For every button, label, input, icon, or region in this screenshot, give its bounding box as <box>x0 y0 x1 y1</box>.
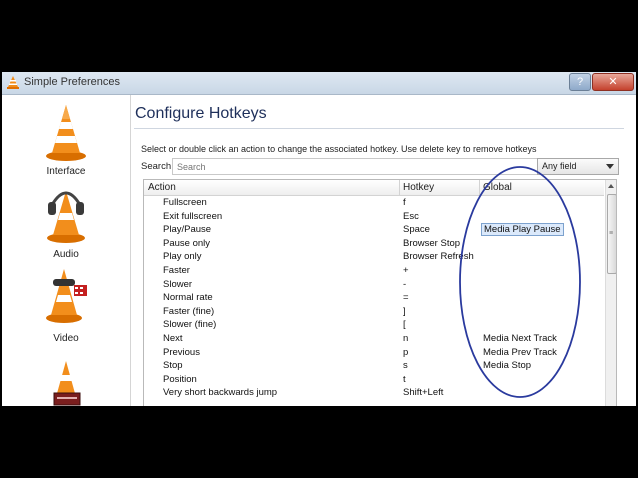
action-cell: Stop <box>163 360 183 372</box>
hotkey-cell: = <box>403 292 409 304</box>
table-row[interactable]: Fullscreen f <box>144 196 604 210</box>
column-header-global[interactable]: Global <box>483 182 512 193</box>
title-bar[interactable]: Simple Preferences ? ✕ <box>2 72 636 95</box>
table-row[interactable]: Stop s Media Stop <box>144 359 604 373</box>
global-cell: Media Next Track <box>483 332 557 344</box>
table-row[interactable]: Play/Pause Space Media Play Pause <box>144 223 604 237</box>
scroll-thumb[interactable]: ≡ <box>607 194 616 274</box>
action-cell: Faster (fine) <box>163 305 215 317</box>
search-label: Search <box>141 161 172 172</box>
global-cell: Media Play Pause <box>481 223 564 237</box>
column-divider <box>479 180 480 195</box>
headphones-cone-icon <box>47 191 85 243</box>
action-cell: Next <box>163 332 183 344</box>
hotkey-cell: f <box>403 197 406 208</box>
table-row[interactable]: Slower - <box>144 278 604 292</box>
sidebar-item-interface[interactable]: Interface <box>2 103 130 183</box>
hotkey-cell: n <box>403 332 409 344</box>
search-field-select[interactable]: Any field <box>537 158 619 175</box>
sidebar-item-subtitles[interactable] <box>2 357 130 406</box>
global-cell: Media Prev Track <box>483 346 557 358</box>
action-cell: Position <box>163 373 197 385</box>
close-button[interactable]: ✕ <box>592 73 634 91</box>
action-cell: Fullscreen <box>163 197 207 208</box>
chevron-down-icon <box>606 164 614 169</box>
vlc-cone-icon <box>7 76 19 89</box>
sidebar-item-label: Interface <box>46 166 86 177</box>
search-input[interactable] <box>172 158 542 175</box>
hotkeys-table: Action Hotkey Global Fullscreen f Exit ful… <box>143 179 617 406</box>
column-divider <box>399 180 400 195</box>
table-row[interactable]: Very short backwards jump Shift+Left <box>144 386 604 400</box>
global-cell: Media Stop <box>483 360 532 372</box>
action-cell: Normal rate <box>163 292 213 304</box>
action-cell: Exit fullscreen <box>163 210 223 222</box>
sidebar-item-audio[interactable]: Audio <box>2 185 130 265</box>
table-header: Action Hotkey Global <box>144 180 604 196</box>
hotkey-cell: Space <box>403 224 430 236</box>
hotkey-cell: + <box>403 264 409 276</box>
hotkey-cell: p <box>403 346 409 358</box>
table-row[interactable]: Normal rate = <box>144 291 604 305</box>
action-cell: Previous <box>163 346 200 358</box>
film-cone-icon <box>46 269 87 323</box>
vlc-cone-icon <box>46 105 86 161</box>
instructions-text: Select or double click an action to chan… <box>141 144 537 154</box>
table-row[interactable]: Faster (fine)] <box>144 305 604 319</box>
action-cell: Pause only <box>163 237 211 249</box>
help-button[interactable]: ? <box>569 73 591 91</box>
table-row[interactable]: Exit fullscreen Esc <box>144 210 604 224</box>
select-value: Any field <box>542 161 577 171</box>
heading-divider <box>134 128 624 129</box>
action-cell: Play/Pause <box>163 224 212 236</box>
table-row[interactable]: Next n Media Next Track <box>144 332 604 346</box>
action-cell: Slower (fine) <box>163 319 217 331</box>
hotkey-cell: - <box>403 278 407 290</box>
subtitles-cone-icon <box>53 361 81 406</box>
action-cell: Play only <box>163 251 202 263</box>
hotkey-cell: Browser Refresh <box>403 251 474 263</box>
table-row[interactable]: Play only Browser Refresh <box>144 250 604 264</box>
window-title: Simple Preferences <box>24 76 120 88</box>
hotkey-cell: Shift+Left <box>403 387 444 399</box>
action-cell: Very short backwards jump <box>163 387 278 399</box>
hotkey-cell: t <box>403 373 406 385</box>
table-row[interactable]: Previous p Media Prev Track <box>144 346 604 360</box>
sidebar-item-label: Audio <box>53 249 79 260</box>
vertical-scrollbar[interactable]: ≡ <box>605 180 616 406</box>
hotkey-cell: [ <box>403 319 406 331</box>
hotkey-cell: Browser Stop <box>403 237 461 249</box>
column-header-action[interactable]: Action <box>148 182 176 193</box>
grip-icon: ≡ <box>609 230 614 237</box>
action-cell: Slower <box>163 278 193 290</box>
hotkey-cell: Esc <box>403 210 419 222</box>
hotkeys-panel: Configure Hotkeys Select or double click… <box>134 95 636 406</box>
table-row[interactable]: Slower (fine) [ <box>144 318 604 332</box>
hotkey-cell: ] <box>403 305 406 317</box>
sidebar-item-label: Video <box>53 333 79 344</box>
hotkey-cell: s <box>403 360 408 372</box>
table-body: Fullscreen f Exit fullscreen Esc Play/Pause S… <box>144 196 604 400</box>
category-sidebar: Interface Audio Video <box>2 95 131 406</box>
table-row[interactable]: Faster + <box>144 264 604 278</box>
scroll-up-icon[interactable] <box>608 184 614 188</box>
preferences-window: Simple Preferences ? ✕ Interface Audio V… <box>2 72 636 406</box>
column-header-hotkey[interactable]: Hotkey <box>403 182 434 193</box>
sidebar-item-video[interactable]: Video <box>2 265 130 345</box>
table-row[interactable]: Pause only Browser Stop <box>144 237 604 251</box>
table-row[interactable]: Position t <box>144 373 604 387</box>
page-title: Configure Hotkeys <box>135 105 267 122</box>
action-cell: Faster <box>163 264 190 276</box>
